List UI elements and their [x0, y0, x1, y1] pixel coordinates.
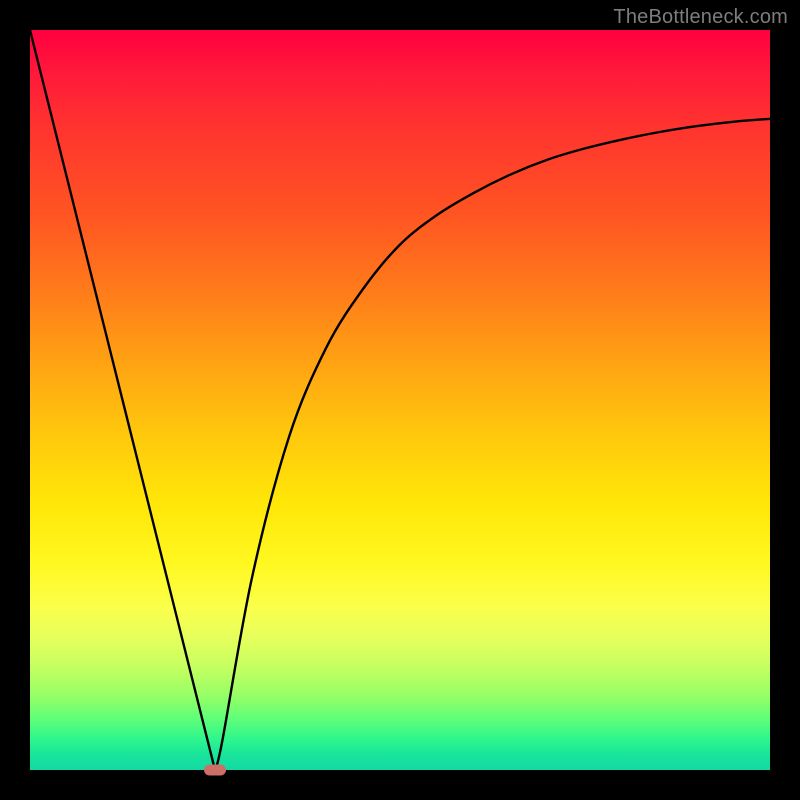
bottleneck-curve	[30, 30, 770, 770]
watermark-text: TheBottleneck.com	[613, 6, 788, 29]
minimum-marker	[204, 765, 226, 776]
plot-area	[30, 30, 770, 770]
chart-frame: TheBottleneck.com	[0, 0, 800, 800]
